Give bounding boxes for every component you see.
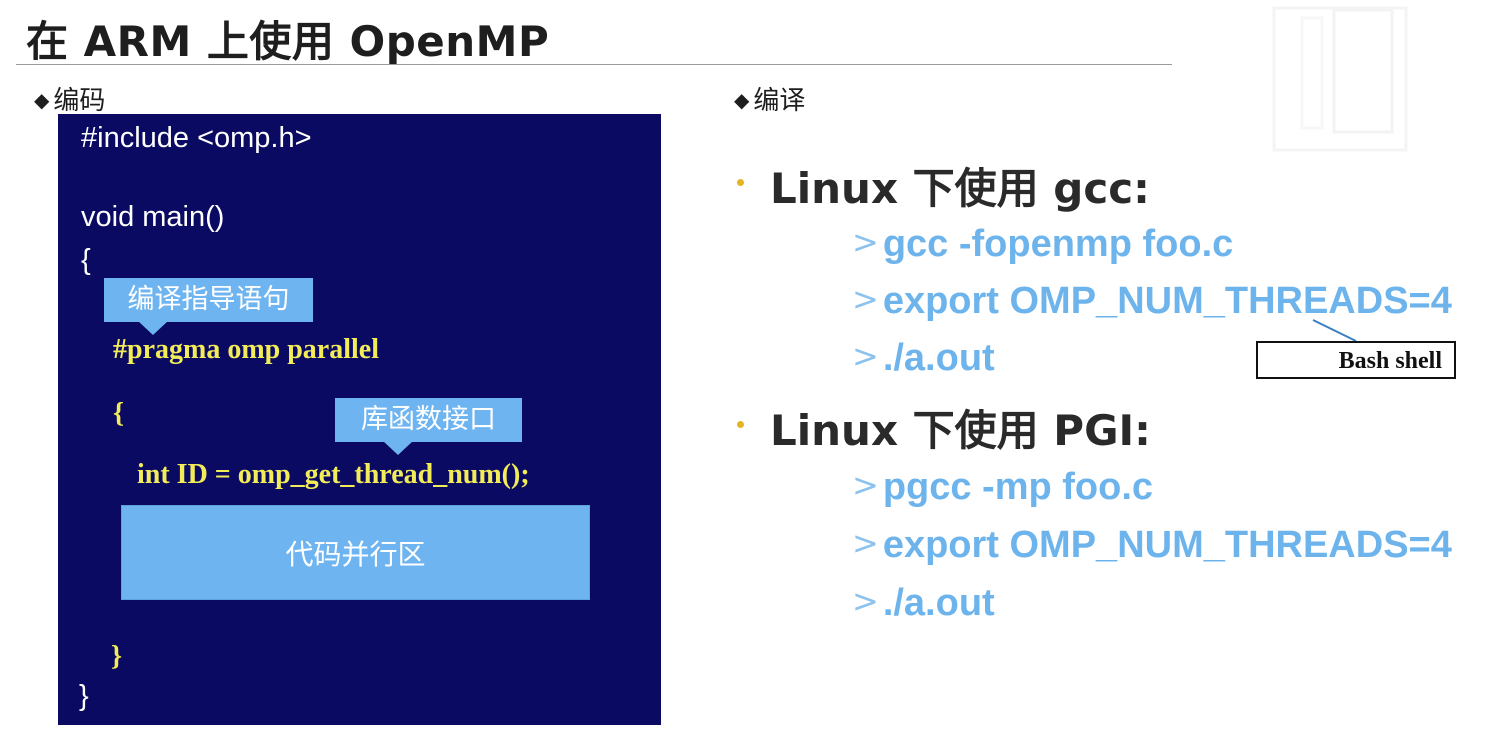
callout-directive: 编译指导语句 — [104, 278, 313, 322]
command-line: > ./a.out — [852, 337, 995, 380]
command-text: export OMP_NUM_THREADS=4 — [882, 524, 1452, 566]
parallel-region-label: 代码并行区 — [285, 537, 426, 571]
bullet-dot-icon — [737, 421, 744, 428]
code-inner-open-brace: { — [113, 398, 125, 429]
corner-decoration — [1272, 6, 1408, 152]
chevron-right-icon: > — [852, 223, 879, 261]
diamond-bullet-icon: ◆ — [34, 88, 50, 112]
chevron-right-icon: > — [852, 582, 879, 620]
parallel-region: 代码并行区 — [121, 505, 590, 600]
callout-directive-pointer — [138, 321, 168, 335]
code-pragma: #pragma omp parallel — [113, 334, 379, 365]
code-inner-close-brace: } — [111, 641, 123, 672]
code-close-brace: } — [79, 680, 89, 712]
command-text: gcc -fopenmp foo.c — [882, 223, 1234, 265]
command-line: > pgcc -mp foo.c — [852, 466, 1153, 509]
command-text: export OMP_NUM_THREADS=4 — [882, 280, 1452, 322]
chevron-right-icon: > — [852, 337, 879, 375]
section-coding: ◆ 编码 — [34, 80, 105, 117]
code-include: #include <omp.h> — [81, 122, 312, 154]
command-line: > export OMP_NUM_THREADS=4 — [852, 280, 1452, 323]
code-open-brace: { — [81, 244, 91, 276]
chevron-right-icon: > — [852, 524, 879, 562]
section-compile-label: 编译 — [753, 86, 806, 116]
command-text: ./a.out — [882, 582, 995, 624]
command-line: > ./a.out — [852, 582, 995, 625]
section-coding-label: 编码 — [53, 86, 106, 116]
chevron-right-icon: > — [852, 466, 879, 504]
diamond-bullet-icon: ◆ — [734, 88, 750, 112]
heading-pgi: Linux 下使用 PGI: — [770, 406, 1151, 455]
code-main-signature: void main() — [81, 201, 225, 233]
callout-library: 库函数接口 — [335, 398, 522, 442]
command-text: pgcc -mp foo.c — [882, 466, 1154, 508]
callout-library-pointer — [383, 441, 413, 455]
chevron-right-icon: > — [852, 280, 879, 318]
command-line: > export OMP_NUM_THREADS=4 — [852, 524, 1452, 567]
heading-gcc: Linux 下使用 gcc: — [770, 164, 1150, 213]
bash-shell-annotation: Bash shell — [1256, 341, 1456, 379]
code-thread-call: int ID = omp_get_thread_num(); — [137, 459, 530, 490]
bullet-dot-icon — [737, 179, 744, 186]
command-text: ./a.out — [882, 337, 995, 379]
slide-title: 在 ARM 上使用 OpenMP — [26, 17, 550, 66]
title-divider — [16, 64, 1172, 65]
command-line: > gcc -fopenmp foo.c — [852, 223, 1233, 266]
section-compile: ◆ 编译 — [734, 80, 805, 117]
